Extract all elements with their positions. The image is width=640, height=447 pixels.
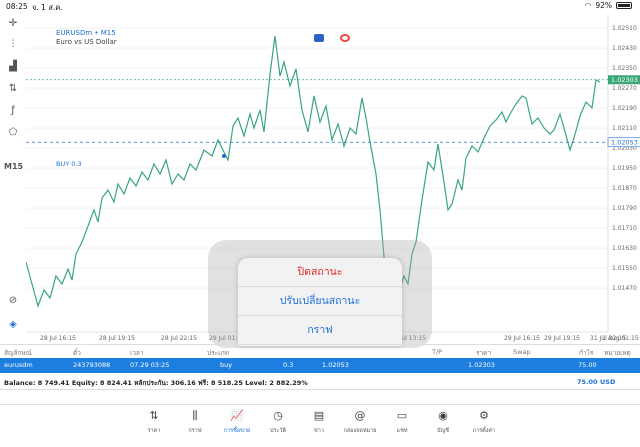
col-comment: หมายเหตุ <box>604 349 631 357</box>
col-symbol: สัญลักษณ์ <box>4 349 32 357</box>
chart-item[interactable]: กราฟ <box>238 316 402 345</box>
arrows-updown-icon: ⇅ <box>149 409 159 422</box>
col-swap: Swap <box>513 348 531 356</box>
bottom-navigation: ⇅ ราคา ⫼ กราฟ 📈 การซื้อขาย ◷ ประวัติ ▤ ข… <box>0 404 640 447</box>
chart-type-icon[interactable]: ⫶ <box>5 38 21 52</box>
status-bar: 08:25 จ. 1 ส.ค. ◠ 92% <box>0 0 640 14</box>
price-tick-label: 1.01630 <box>612 245 637 252</box>
zoom-icon[interactable]: ⊘ <box>5 294 21 308</box>
col-ticket: ตั๋ว <box>73 349 81 357</box>
col-profit: กำไร <box>579 349 594 357</box>
row-ticket: 243793088 <box>73 361 111 369</box>
nav-chat[interactable]: ▭ แชท <box>381 409 423 435</box>
clock: 08:25 <box>6 2 28 11</box>
shapes-icon[interactable]: ⬠ <box>5 126 21 140</box>
time-tick-label: 29 Jul 16:15 <box>504 335 540 342</box>
close-position-item[interactable]: ปิดสถานะ <box>238 258 402 287</box>
nav-history[interactable]: ◷ ประวัติ <box>257 409 299 435</box>
time-tick-label: 28 Jul 22:15 <box>161 335 197 342</box>
row-time: 07.29 03:25 <box>130 361 170 369</box>
row-profit: 75.00 <box>578 361 597 369</box>
price-tick-label: 1.01550 <box>612 265 637 272</box>
nav-charts[interactable]: ⫼ กราฟ <box>174 409 216 435</box>
one-click-trade-icon[interactable] <box>314 34 324 42</box>
trade-chart-icon: 📈 <box>230 409 244 422</box>
row-price: 1.02303 <box>468 361 495 369</box>
news-icon: ▤ <box>313 409 325 422</box>
current-price-label: 1.02303 <box>611 76 638 84</box>
crosshair-icon[interactable]: ✛ <box>5 17 21 31</box>
price-tick-label: 1.02510 <box>612 25 637 32</box>
modify-position-item[interactable]: ปรับเปลี่ยนสถานะ <box>238 287 402 316</box>
position-context-menu: ปิดสถานะ ปรับเปลี่ยนสถานะ กราฟ <box>238 258 402 346</box>
buy-order-label[interactable]: BUY 0.3 <box>56 160 82 168</box>
chart-toolbar: ✛ ⫶ ▟ ⇅ ƒ ⬠ M15 ⊘ ◈ <box>0 14 26 332</box>
nav-settings[interactable]: ⚙ การตั้งค่า <box>463 409 505 435</box>
balance-text: Balance: 8 749.41 Equity: 8 824.41 หลักป… <box>4 379 308 387</box>
account-icon: ◉ <box>438 409 448 422</box>
col-type: ประเภท <box>207 349 229 357</box>
time-tick-label: 1 Aug 01:15 <box>602 335 639 342</box>
timeframe-button[interactable]: M15 <box>4 162 23 171</box>
indicators-icon[interactable]: ▟ <box>5 60 21 74</box>
chat-icon: ▭ <box>396 409 408 422</box>
history-icon: ◷ <box>273 409 283 422</box>
price-tick-label: 1.02110 <box>612 125 637 132</box>
trade-icon[interactable]: ◈ <box>5 318 21 332</box>
time-tick-label: 28 Jul 19:15 <box>99 335 135 342</box>
mail-at-icon: @ <box>354 409 366 422</box>
price-tick-label: 1.01950 <box>612 165 637 172</box>
chart-description: Euro vs US Dollar <box>56 38 117 46</box>
price-tick-label: 1.02350 <box>612 65 637 72</box>
currency: USD <box>600 378 616 386</box>
chart-symbol[interactable]: EURUSDm • M15 <box>56 29 116 37</box>
price-tick-label: 1.01870 <box>612 185 637 192</box>
gear-icon: ⚙ <box>479 409 489 422</box>
price-tick-label: 1.01790 <box>612 205 637 212</box>
nav-trade[interactable]: 📈 การซื้อขาย <box>216 409 258 435</box>
price-tick-label: 1.02430 <box>612 45 637 52</box>
row-open-price: 1.02053 <box>322 361 349 369</box>
price-tick-label: 1.02190 <box>612 105 637 112</box>
row-type: buy <box>220 361 233 369</box>
nav-mailbox[interactable]: @ กล่องจดหมาย <box>339 409 381 435</box>
nav-news[interactable]: ▤ ข่าว <box>298 409 340 435</box>
wifi-icon: ◠ <box>584 1 592 10</box>
trade-table-header: สัญลักษณ์ ตั๋ว เวลา ประเภท T/P ราคา Swap… <box>0 344 640 358</box>
price-tick-label: 1.01470 <box>612 285 637 292</box>
price-tick-label: 1.02270 <box>612 85 637 92</box>
row-symbol: eurusdm <box>4 361 33 369</box>
account-summary: Balance: 8 749.41 Equity: 8 824.41 หลักป… <box>0 374 640 390</box>
col-time: เวลา <box>130 349 144 357</box>
candlestick-icon: ⫼ <box>192 409 198 422</box>
nav-quotes[interactable]: ⇅ ราคา <box>133 409 175 435</box>
refresh-icon[interactable] <box>340 34 350 42</box>
buy-entry-marker <box>222 154 226 158</box>
total-profit: 75.00 <box>577 378 598 386</box>
row-volume: 0.3 <box>283 361 294 369</box>
date: จ. 1 ส.ค. <box>32 3 63 12</box>
table-row[interactable]: eurusdm 243793088 07.29 03:25 buy 0.3 1.… <box>0 358 640 373</box>
buy-price-label: 1.02053 <box>611 138 638 146</box>
nav-accounts[interactable]: ◉ บัญชี <box>422 409 464 435</box>
price-tick-label: 1.01710 <box>612 225 637 232</box>
time-tick-label: 28 Jul 16:15 <box>40 335 76 342</box>
function-icon[interactable]: ƒ <box>5 104 21 118</box>
objects-icon[interactable]: ⇅ <box>5 82 21 96</box>
col-price: ราคา <box>476 349 492 357</box>
battery-percent: 92% <box>595 1 612 10</box>
time-tick-label: 29 Jul 19:15 <box>544 335 580 342</box>
battery-icon <box>616 2 632 9</box>
col-tp: T/P <box>432 348 443 356</box>
